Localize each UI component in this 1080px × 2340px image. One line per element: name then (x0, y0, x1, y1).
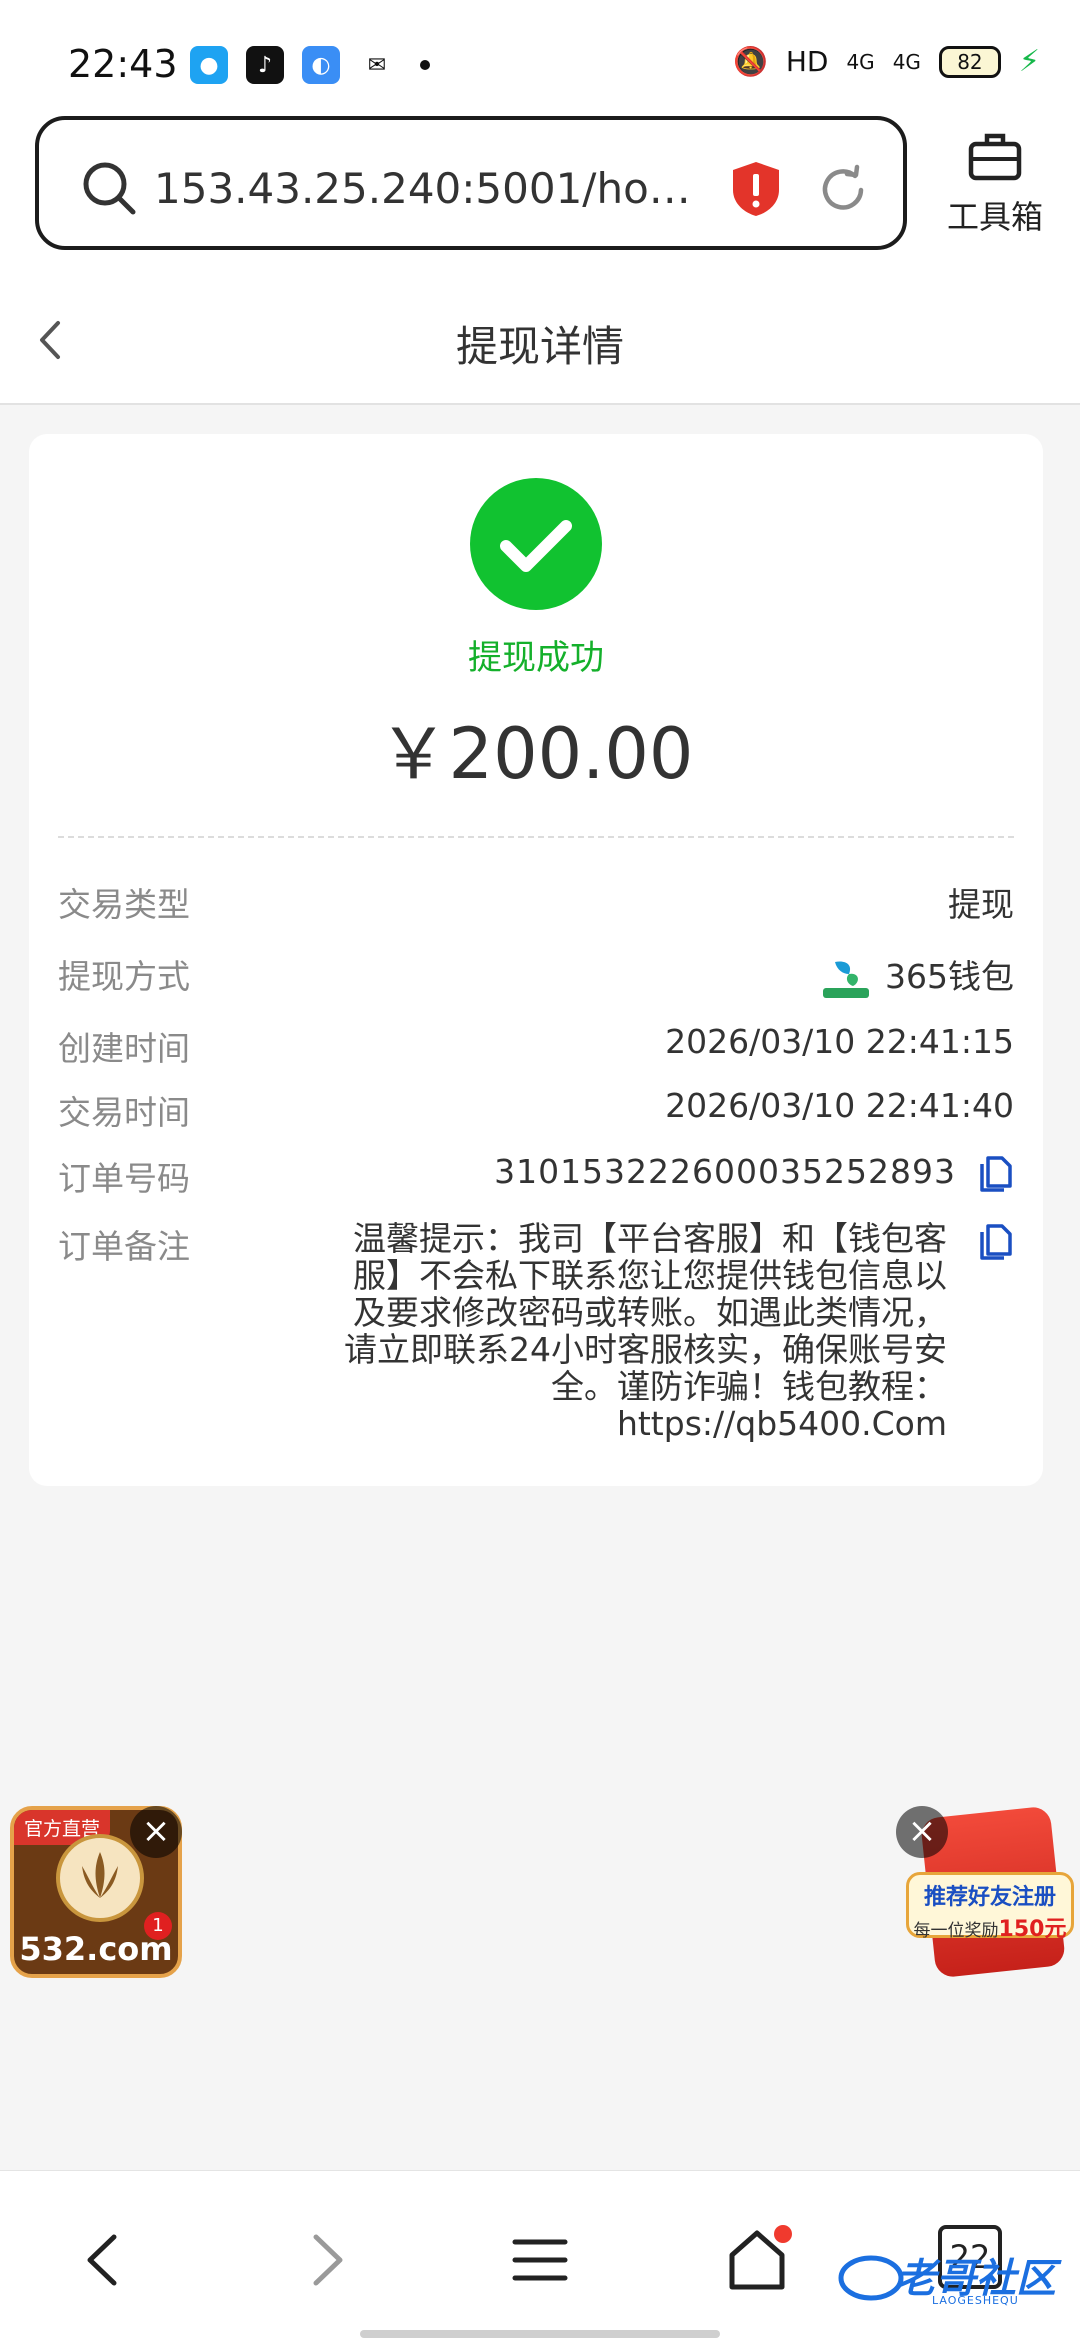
amount: ￥200.00 (378, 713, 694, 795)
ad-logo-icon (56, 1834, 144, 1922)
nav-forward-icon[interactable] (290, 2225, 360, 2295)
signal-4g-icon-2: 4G (892, 49, 921, 74)
success-check-icon (470, 478, 602, 610)
page-header: 提现详情 (0, 275, 1080, 405)
close-left-ad-button[interactable]: × (130, 1806, 182, 1858)
row-label: 创建时间 (58, 1029, 190, 1068)
row-label: 订单备注 (58, 1227, 190, 1266)
home-notification-dot (774, 2225, 792, 2243)
url-text[interactable]: 153.43.25.240:5001/hom... (154, 164, 704, 213)
nav-back-icon[interactable] (70, 2225, 140, 2295)
toolbox-button[interactable]: 工具箱 (940, 130, 1050, 240)
ad-referral-banner: 推荐好友注册 每一位奖励150元 (906, 1872, 1074, 1942)
reload-icon[interactable] (817, 164, 869, 216)
copy-order-note-icon[interactable] (978, 1222, 1014, 1260)
ad-site-name: 532.com (19, 1930, 173, 1968)
home-button[interactable] (722, 2225, 792, 2295)
order-note-text: 温馨提示：我司【平台客服】和【钱包客服】不会私下联系您让您提供钱包信息以及要求修… (344, 1219, 947, 1443)
tiktok-icon: ♪ (246, 46, 284, 84)
wallet-name: 365钱包 (885, 957, 1014, 996)
dashed-divider (58, 836, 1014, 838)
ad-referral-reward: 每一位奖励150元 (909, 1911, 1071, 1943)
row-value: 2026/03/10 22:41:15 (665, 1022, 1014, 1061)
status-text: 提现成功 (468, 638, 604, 678)
status-bar: 22:43 ● ♪ ◐ ✉ 🔕 HD 4G 4G 82 ⚡ (0, 0, 1080, 110)
page-title: 提现详情 (455, 322, 624, 371)
search-icon (83, 162, 136, 215)
shield-warning-icon[interactable] (729, 160, 783, 218)
ad-reward-amount: 150元 (998, 1917, 1067, 1942)
row-value: 提现 (948, 885, 1014, 924)
browser-toolbar: 153.43.25.240:5001/hom... 工具箱 (0, 110, 1080, 275)
address-bar[interactable]: 153.43.25.240:5001/hom... (35, 116, 907, 250)
row-value: 2026/03/10 22:41:40 (665, 1086, 1014, 1125)
row-value-wrapper: 365钱包 (819, 950, 1014, 1002)
wechat-icon: ✉ (358, 46, 396, 84)
row-label: 提现方式 (58, 957, 190, 996)
browser-app-icon: ◐ (302, 46, 340, 84)
row-label: 交易时间 (58, 1093, 190, 1132)
notification-icons: ● ♪ ◐ ✉ (190, 46, 430, 84)
menu-icon[interactable] (505, 2225, 575, 2295)
watermark-logo: 老哥社区 LAOGESHEQU (836, 2240, 1076, 2312)
wallet-logo-icon (821, 957, 871, 1000)
order-number: 310153222600035252893 (494, 1152, 956, 1191)
more-notifications-dot (420, 60, 430, 70)
gesture-bar[interactable] (360, 2330, 720, 2338)
close-right-ad-button[interactable]: × (896, 1806, 948, 1858)
row-label: 订单号码 (58, 1159, 190, 1198)
toolbox-label: 工具箱 (946, 198, 1043, 236)
ad-referral-title: 推荐好友注册 (923, 1885, 1056, 1910)
row-label: 交易类型 (58, 885, 190, 924)
watermark-subtext: LAOGESHEQU (932, 2294, 1019, 2307)
withdrawal-detail-card: 提现成功 ￥200.00 交易类型 提现 提现方式 365钱包 创建时间 202… (29, 434, 1043, 1486)
qq-icon: ● (190, 46, 228, 84)
network-label: HD (785, 45, 829, 78)
signal-4g-icon: 4G (846, 49, 875, 74)
mute-icon: 🔕 (732, 45, 768, 78)
ad-reward-label: 每一位奖励 (913, 1921, 999, 1941)
status-indicators: 🔕 HD 4G 4G 82 ⚡ (733, 44, 1040, 79)
charging-icon: ⚡ (1018, 44, 1040, 79)
battery-icon: 82 (938, 45, 1001, 78)
toolbox-icon (968, 133, 1022, 181)
copy-order-number-icon[interactable] (978, 1154, 1014, 1192)
status-time: 22:43 (68, 42, 178, 86)
